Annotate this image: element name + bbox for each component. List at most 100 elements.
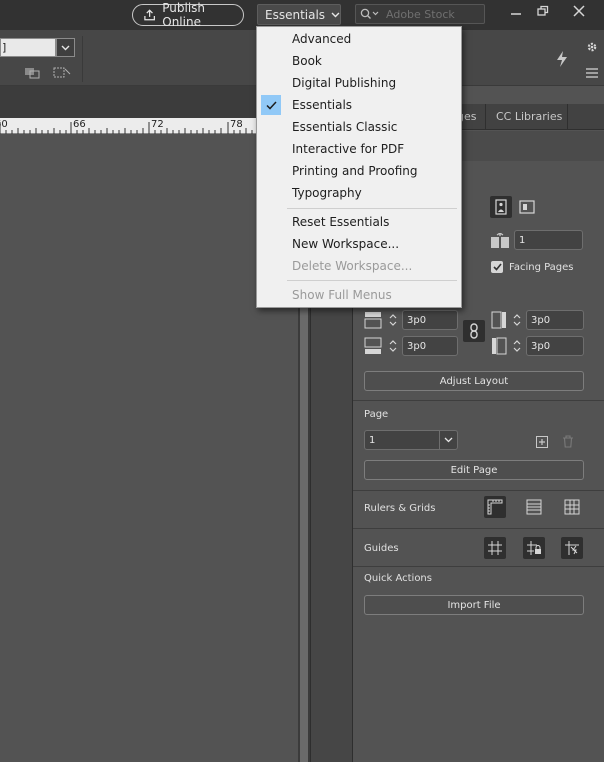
add-page-button[interactable] bbox=[536, 436, 548, 451]
lightning-icon bbox=[557, 51, 567, 67]
style-select[interactable]: ] bbox=[0, 38, 56, 57]
chevron-down-icon bbox=[389, 347, 397, 352]
portrait-orientation-button[interactable] bbox=[490, 196, 512, 218]
margin-top-field[interactable]: 3p0 bbox=[402, 310, 458, 330]
chain-link-icon bbox=[470, 323, 478, 339]
style-select-dropdown[interactable] bbox=[56, 38, 75, 57]
style-options-button[interactable] bbox=[52, 66, 72, 82]
clear-overrides-button[interactable] bbox=[24, 66, 44, 82]
checkmark-icon bbox=[492, 263, 502, 271]
adobe-stock-search[interactable]: Adobe Stock bbox=[355, 4, 485, 24]
page-select-dropdown[interactable] bbox=[439, 430, 458, 450]
ruler-mark: 66 bbox=[73, 119, 86, 130]
smart-guides-icon bbox=[565, 541, 579, 555]
close-icon bbox=[573, 5, 585, 17]
margin-inside-stepper[interactable] bbox=[510, 310, 524, 330]
chevron-down-icon bbox=[444, 437, 453, 443]
pages-count-icon bbox=[490, 232, 510, 252]
link-margins-button[interactable] bbox=[463, 320, 485, 342]
menu-item-printing-and-proofing[interactable]: Printing and Proofing bbox=[257, 160, 461, 182]
menu-item-delete-workspace: Delete Workspace... bbox=[292, 259, 413, 273]
restore-icon bbox=[537, 5, 549, 16]
smart-guides-button[interactable] bbox=[561, 537, 583, 559]
menu-item-interactive-for-pdf[interactable]: Interactive for PDF bbox=[257, 138, 461, 160]
close-button[interactable] bbox=[568, 3, 590, 19]
publish-online-button[interactable]: Publish Online bbox=[132, 1, 244, 29]
menu-item-typography[interactable]: Typography bbox=[257, 182, 461, 204]
upload-icon bbox=[144, 9, 155, 21]
menu-item-essentials-classic[interactable]: Essentials Classic bbox=[257, 116, 461, 138]
delete-page-button[interactable] bbox=[562, 435, 574, 451]
ruler-mark: 60 bbox=[0, 119, 8, 130]
section-divider bbox=[353, 566, 604, 567]
import-file-button[interactable]: Import File bbox=[364, 595, 584, 615]
add-page-icon bbox=[536, 436, 548, 448]
pasteboard-canvas[interactable] bbox=[0, 134, 298, 762]
margin-inside-icon bbox=[491, 311, 507, 332]
chevron-up-icon bbox=[389, 340, 397, 345]
quick-apply-button[interactable] bbox=[555, 50, 569, 71]
facing-pages-label: Facing Pages bbox=[509, 262, 574, 273]
baseline-grid-button[interactable] bbox=[523, 496, 545, 518]
guides-icon bbox=[488, 541, 502, 555]
page-select[interactable]: 1 bbox=[364, 430, 440, 450]
margin-top-stepper[interactable] bbox=[386, 310, 400, 330]
facing-pages-checkbox[interactable] bbox=[491, 261, 503, 273]
margin-top-icon-glyph bbox=[364, 312, 382, 329]
frame-style-icon bbox=[53, 67, 71, 78]
margin-bottom-icon bbox=[364, 337, 382, 358]
grid-icon bbox=[564, 499, 580, 515]
gear-icon bbox=[587, 42, 597, 52]
chevron-down-icon bbox=[331, 12, 340, 17]
trash-icon bbox=[563, 435, 573, 448]
panel-menu-button[interactable] bbox=[586, 68, 598, 81]
show-guides-button[interactable] bbox=[484, 537, 506, 559]
chevron-up-icon bbox=[513, 314, 521, 319]
tab-divider bbox=[485, 104, 486, 130]
chevron-down-icon bbox=[61, 45, 70, 50]
hamburger-icon bbox=[586, 68, 598, 78]
landscape-orientation-button[interactable] bbox=[516, 196, 538, 218]
ruler-mark: 78 bbox=[230, 119, 243, 130]
document-grid-button[interactable] bbox=[561, 496, 583, 518]
rulers-grids-title: Rulers & Grids bbox=[364, 503, 436, 514]
menu-item-book[interactable]: Book bbox=[257, 50, 461, 72]
lock-guides-button[interactable] bbox=[523, 537, 545, 559]
menu-item-essentials[interactable]: Essentials bbox=[257, 94, 461, 116]
menu-item-advanced[interactable]: Advanced bbox=[257, 28, 461, 50]
menu-item-show-full-menus: Show Full Menus bbox=[292, 288, 392, 302]
margin-inside-icon-glyph bbox=[491, 311, 506, 329]
pages-icon bbox=[491, 232, 509, 248]
publish-online-label: Publish Online bbox=[162, 1, 206, 29]
workspace-switcher-button[interactable]: Essentials bbox=[257, 4, 341, 25]
margin-outside-field[interactable]: 3p0 bbox=[526, 336, 584, 356]
control-bar-divider bbox=[82, 36, 83, 82]
panel-settings-button[interactable] bbox=[586, 41, 598, 56]
margin-bottom-icon-glyph bbox=[364, 337, 382, 354]
margin-outside-stepper[interactable] bbox=[510, 336, 524, 356]
restore-button[interactable] bbox=[532, 3, 554, 19]
margin-bottom-stepper[interactable] bbox=[386, 336, 400, 356]
menu-item-digital-publishing[interactable]: Digital Publishing bbox=[257, 72, 461, 94]
margin-bottom-field[interactable]: 3p0 bbox=[402, 336, 458, 356]
menu-item-reset-essentials[interactable]: Reset Essentials bbox=[257, 211, 461, 233]
adjust-layout-button[interactable]: Adjust Layout bbox=[364, 371, 584, 391]
portrait-icon bbox=[495, 199, 507, 215]
minimize-button[interactable] bbox=[505, 3, 527, 19]
pages-count-field[interactable]: 1 bbox=[514, 230, 583, 250]
chevron-down-icon bbox=[513, 321, 521, 326]
margin-top-icon bbox=[364, 311, 382, 332]
edit-page-button[interactable]: Edit Page bbox=[364, 460, 584, 480]
section-divider bbox=[353, 490, 604, 491]
landscape-icon bbox=[519, 200, 535, 214]
vertical-scrollbar-thumb[interactable] bbox=[300, 290, 308, 762]
margin-inside-field[interactable]: 3p0 bbox=[526, 310, 584, 330]
clear-overrides-icon bbox=[25, 68, 40, 79]
margin-outside-icon bbox=[491, 337, 507, 358]
chevron-down-icon bbox=[389, 321, 397, 326]
chevron-up-icon bbox=[513, 340, 521, 345]
margin-outside-icon-glyph bbox=[492, 337, 507, 355]
toggle-rulers-button[interactable] bbox=[484, 496, 506, 518]
tab-cc-libraries[interactable]: CC Libraries bbox=[496, 110, 562, 123]
menu-item-new-workspace[interactable]: New Workspace... bbox=[257, 233, 461, 255]
